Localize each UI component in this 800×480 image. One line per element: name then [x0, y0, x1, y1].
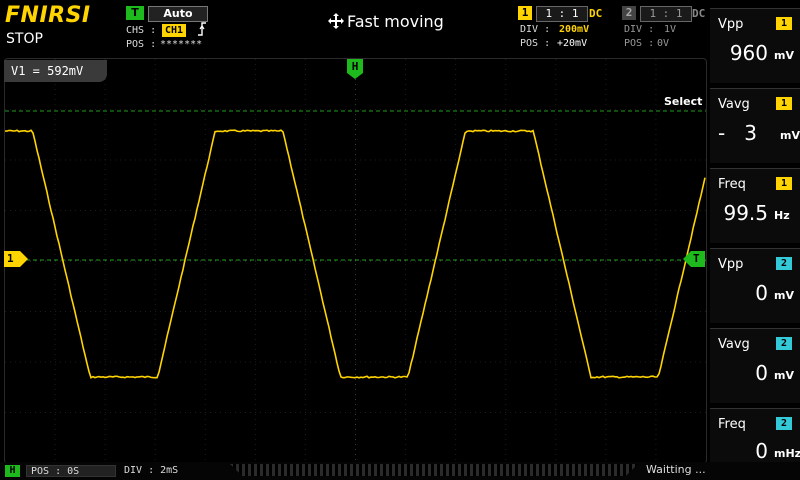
ch2-pos-label: POS :: [624, 38, 655, 49]
measure-value: 99.5: [723, 201, 768, 225]
waveform-display[interactable]: [4, 58, 707, 464]
brand-logo: FNIRSI: [5, 3, 91, 28]
ch1-coupling[interactable]: DC: [589, 7, 602, 20]
trigger-pos-value: *******: [160, 39, 203, 50]
h-marker-label: H: [351, 60, 359, 73]
memory-scroll-bar[interactable]: [230, 464, 638, 476]
rising-edge-icon[interactable]: [197, 21, 207, 41]
ch1-pos-value: +20mV: [557, 38, 588, 49]
measure-unit: mV: [774, 289, 794, 302]
measure-panel-vpp-ch2[interactable]: Vpp 2 0 mV: [710, 248, 800, 323]
measure-panel-vavg-ch1[interactable]: Vavg 1 - 3 mV: [710, 88, 800, 163]
trigger-level-marker[interactable]: T: [683, 251, 705, 271]
measure-unit: mV: [780, 129, 800, 142]
ch1-div-value: 200mV: [559, 24, 590, 35]
ch1-number[interactable]: 1: [518, 6, 532, 20]
ch1-div-label: DIV :: [520, 24, 551, 35]
ch2-div-value: 1V: [664, 24, 677, 35]
chs-value[interactable]: CH1: [162, 24, 186, 37]
timebase-division[interactable]: DIV : 2mS: [124, 465, 178, 477]
measure-panel-freq-ch2[interactable]: Freq 2 0 mHz: [710, 408, 800, 463]
measure-panel-freq-ch1[interactable]: Freq 1 99.5 Hz: [710, 168, 800, 243]
ch2-pos-value: 0V: [657, 38, 670, 49]
horizontal-position-marker[interactable]: H: [347, 59, 363, 83]
trigger-marker-label: T: [693, 252, 700, 265]
rising-edge-icon-glyph: [198, 22, 206, 36]
measure-value: 960: [729, 41, 768, 65]
channel-badge: 2: [776, 257, 792, 270]
measure-panel-vpp-ch1[interactable]: Vpp 1 960 mV: [710, 8, 800, 83]
measure-unit: mV: [774, 49, 794, 62]
ch2-number[interactable]: 2: [622, 6, 636, 20]
fast-moving-indicator: Fast moving: [328, 12, 444, 31]
ch1-probe[interactable]: 1 : 1: [536, 6, 588, 22]
channel-badge: 2: [776, 417, 792, 430]
cursor-readout: V1 = 592mV: [4, 60, 107, 82]
ch2-div-label: DIV :: [624, 24, 655, 35]
fast-moving-text: Fast moving: [347, 12, 444, 31]
channel-badge: 1: [776, 177, 792, 190]
trigger-mode[interactable]: Auto: [148, 6, 208, 22]
measure-label: Freq: [718, 177, 746, 192]
measure-value: 0: [755, 361, 768, 385]
ch1-marker-label: 1: [7, 252, 14, 265]
timebase-position[interactable]: POS : 0S: [26, 465, 116, 477]
grid: [5, 59, 706, 463]
ch1-pos-label: POS :: [520, 38, 551, 49]
chs-label: CHS :: [126, 25, 157, 36]
trigger-pos-label: POS :: [126, 39, 157, 50]
acquisition-status: Waitting ...: [646, 463, 706, 476]
scope-canvas: [4, 59, 706, 463]
measure-label: Vavg: [718, 337, 750, 352]
move-arrows-icon: [328, 13, 344, 29]
channel-badge: 2: [776, 337, 792, 350]
run-state[interactable]: STOP: [6, 31, 43, 47]
channel-badge: 1: [776, 97, 792, 110]
measure-label: Vpp: [718, 257, 744, 272]
measure-value: 0: [755, 281, 768, 305]
ch1-level-marker[interactable]: 1: [4, 251, 28, 271]
measure-value: - 3: [718, 121, 758, 145]
measure-unit: mV: [774, 369, 794, 382]
measure-label: Vavg: [718, 97, 750, 112]
measure-label: Freq: [718, 417, 746, 432]
measure-unit: mHz: [774, 447, 800, 460]
ch2-probe[interactable]: 1 : 1: [640, 6, 692, 22]
channel-badge: 1: [776, 17, 792, 30]
select-label[interactable]: Select: [664, 95, 702, 108]
timebase-badge: H: [5, 465, 20, 477]
ch2-coupling[interactable]: DC: [692, 7, 705, 20]
trigger-badge: T: [126, 6, 144, 20]
measure-panel-vavg-ch2[interactable]: Vavg 2 0 mV: [710, 328, 800, 403]
measure-value: 0: [755, 439, 768, 463]
measure-unit: Hz: [774, 209, 790, 222]
measure-label: Vpp: [718, 17, 744, 32]
